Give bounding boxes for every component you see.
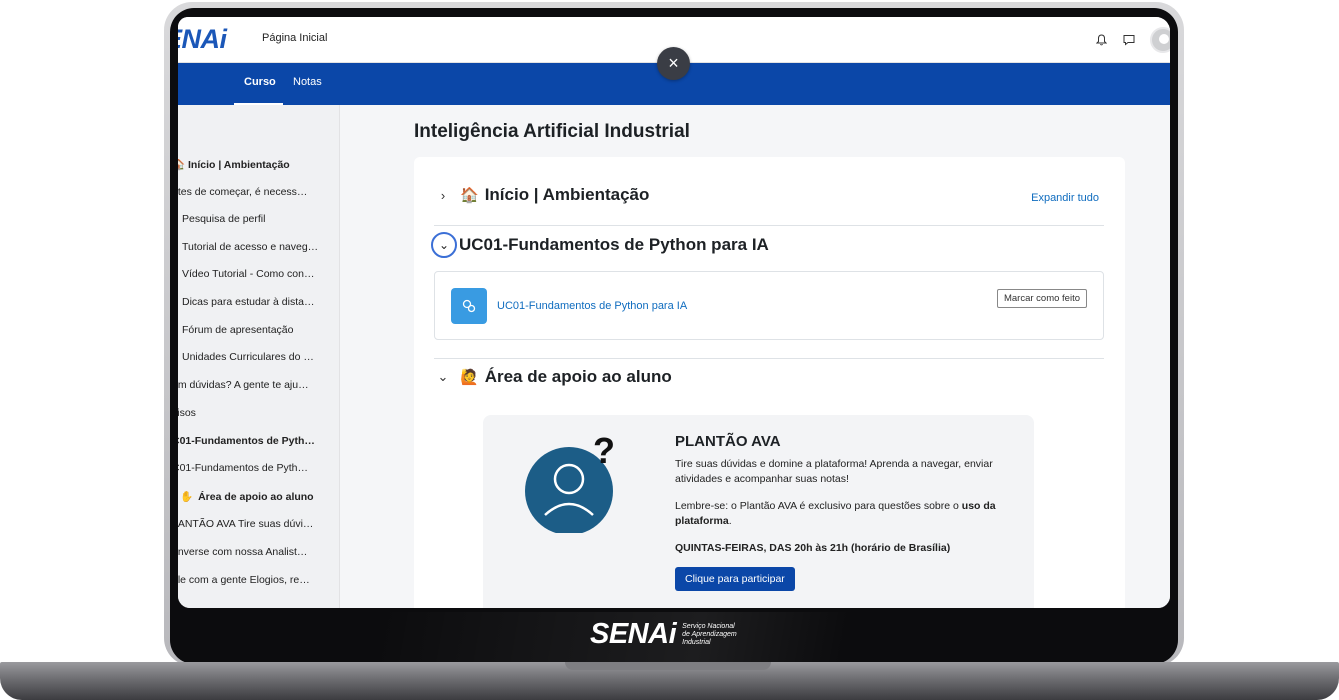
course-title: Inteligência Artificial Industrial: [414, 121, 690, 142]
drawer-item[interactable]: Tutorial de acesso e naveg…: [182, 241, 339, 253]
activity-card: UC01-Fundamentos de Python para IA Marca…: [434, 271, 1104, 340]
chevron-right-icon[interactable]: ›: [434, 188, 452, 203]
drawer-item[interactable]: Unidades Curriculares do …: [182, 351, 339, 363]
reminder-end: .: [728, 515, 732, 527]
drawer-item[interactable]: Dicas para estudar à dista…: [182, 296, 339, 308]
section-uc01-header[interactable]: ⌄ UC01-Fundamentos de Python para IA: [431, 232, 769, 258]
expand-all-link[interactable]: Expandir tudo: [1031, 192, 1099, 204]
drawer-item[interactable]: Vídeo Tutorial - Como con…: [182, 268, 339, 280]
drawer-item[interactable]: visos: [178, 407, 339, 419]
chevron-down-icon[interactable]: ⌄: [434, 369, 452, 385]
participate-button[interactable]: Clique para participar: [675, 567, 795, 591]
senai-subtitle: Serviço Nacional de Aprendizagem Industr…: [682, 623, 737, 647]
raised-hand-icon: ✋: [180, 491, 194, 503]
raised-hand-icon: 🙋: [460, 369, 479, 386]
drawer-item[interactable]: Fórum de apresentação: [182, 324, 339, 336]
course-index-drawer: 🏠 Início | Ambientação ntes de começar, …: [178, 105, 340, 608]
senai-brand: SENAi Serviço Nacional de Aprendizagem I…: [590, 618, 737, 651]
drawer-item[interactable]: em dúvidas? A gente te aju…: [178, 379, 339, 391]
section-title[interactable]: Área de apoio ao aluno: [485, 367, 672, 387]
mark-as-done-button[interactable]: Marcar como feito: [996, 289, 1087, 308]
brand-sub-line: de Aprendizagem: [682, 630, 737, 638]
drawer-item[interactable]: Pesquisa de perfil: [182, 213, 339, 225]
svg-text:?: ?: [593, 433, 615, 471]
section-apoio-header[interactable]: ⌄ 🙋 Área de apoio ao aluno: [434, 367, 672, 387]
plantao-ava-banner: ? PLANTÃO AVA Tire suas dúvidas e domine…: [483, 415, 1034, 608]
brand-sub-line: Serviço Nacional: [682, 622, 735, 630]
drawer-item[interactable]: C01-Fundamentos de Pyth…: [178, 435, 339, 447]
activity-link[interactable]: UC01-Fundamentos de Python para IA: [497, 300, 687, 312]
home-link[interactable]: Página Inicial: [262, 32, 327, 44]
section-inicio-header[interactable]: › 🏠 Início | Ambientação: [434, 185, 650, 205]
drawer-item-label: Área de apoio ao aluno: [198, 491, 314, 503]
drawer-item[interactable]: 🏠 Início | Ambientação: [178, 158, 339, 171]
user-avatar[interactable]: [1150, 27, 1170, 53]
plantao-title: PLANTÃO AVA: [675, 433, 781, 450]
reminder-text: Lembre-se: o Plantão AVA é exclusivo par…: [675, 500, 962, 512]
drawer-item[interactable]: ntes de começar, é necess…: [178, 186, 339, 198]
section-title[interactable]: Início | Ambientação: [485, 185, 650, 205]
drawer-item[interactable]: ✋ Área de apoio ao aluno: [180, 490, 339, 503]
house-icon: 🏠: [460, 187, 479, 204]
laptop-base-notch: [565, 662, 771, 670]
top-icons: [1094, 27, 1170, 53]
scorm-package-icon: [451, 288, 487, 324]
close-icon[interactable]: ×: [657, 47, 690, 80]
drawer-item[interactable]: ale com a gente Elogios, re…: [178, 574, 339, 586]
section-divider: [434, 358, 1104, 359]
course-content-card: › 🏠 Início | Ambientação Expandir tudo ⌄…: [414, 157, 1125, 608]
senai-wordmark: SENAi: [590, 618, 677, 650]
drawer-item[interactable]: C01-Fundamentos de Pyth…: [178, 462, 339, 474]
chevron-down-icon[interactable]: ⌄: [431, 232, 457, 258]
bell-icon[interactable]: [1094, 33, 1108, 47]
plantao-schedule: QUINTAS-FEIRAS, DAS 20h às 21h (horário …: [675, 542, 951, 554]
brand-sub-line: Industrial: [682, 638, 711, 646]
course-main-region: Inteligência Artificial Industrial › 🏠 I…: [340, 105, 1170, 608]
tab-curso[interactable]: Curso: [244, 76, 276, 88]
section-divider: [434, 225, 1104, 226]
drawer-item[interactable]: onverse com nossa Analist…: [178, 546, 339, 558]
section-title[interactable]: UC01-Fundamentos de Python para IA: [459, 235, 769, 255]
support-user-question-icon: ?: [525, 433, 615, 533]
senai-logo[interactable]: ENAi: [178, 24, 227, 55]
plantao-reminder: Lembre-se: o Plantão AVA é exclusivo par…: [675, 499, 1005, 529]
tab-notas[interactable]: Notas: [293, 76, 322, 88]
laptop-screen: ENAi Página Inicial Curso Notas 🏠 Início…: [178, 17, 1170, 608]
plantao-description: Tire suas dúvidas e domine a plataforma!…: [675, 458, 993, 485]
drawer-item[interactable]: LANTÃO AVA Tire suas dúvi…: [178, 518, 339, 530]
chat-icon[interactable]: [1122, 33, 1136, 47]
